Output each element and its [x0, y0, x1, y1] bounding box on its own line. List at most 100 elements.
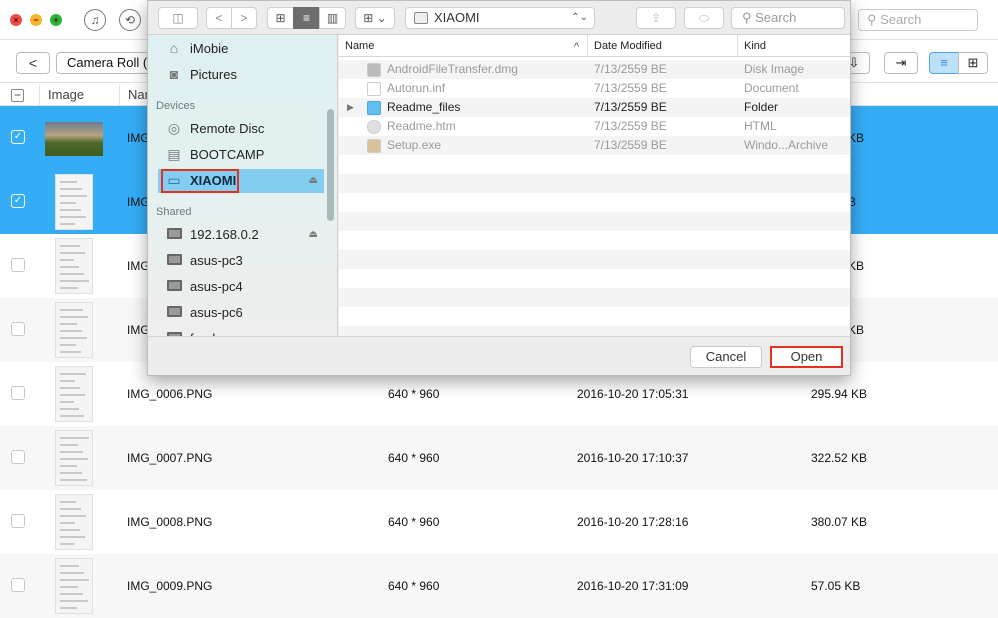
import-button[interactable]: ⇥ — [884, 52, 918, 74]
row-checkbox[interactable] — [11, 450, 25, 464]
sidebar-scrollbar[interactable] — [327, 109, 334, 221]
file-date: 7/13/2559 BE — [594, 138, 667, 152]
location-popup[interactable]: XIAOMI ⌃⌄ — [405, 7, 595, 29]
location-label: XIAOMI — [434, 10, 480, 25]
row-name: IMG_0008.PNG — [127, 515, 213, 529]
dialog-forward-button[interactable]: > — [231, 7, 257, 29]
column-image[interactable]: Image — [40, 84, 120, 106]
search-placeholder: Search — [880, 12, 922, 27]
app-search-input[interactable]: ⚲ Search — [858, 9, 978, 31]
photo-thumbnail — [55, 238, 93, 294]
column-name-header[interactable]: Name ^ — [339, 35, 588, 57]
photo-thumbnail — [45, 122, 103, 156]
row-size: 322.52 KB — [811, 451, 868, 465]
file-row[interactable]: AndroidFileTransfer.dmg 7/13/2559 BE Disk … — [339, 60, 850, 79]
sidebar-item-label: Remote Disc — [190, 121, 265, 136]
chevron-right-icon: > — [240, 11, 248, 25]
sidebar-item-bootcamp[interactable]: ▤ BOOTCAMP — [148, 143, 324, 167]
sidebar-item-asus-pc3[interactable]: asus-pc3 — [148, 249, 324, 273]
dialog-back-button[interactable]: < — [206, 7, 232, 29]
sidebar-item-xiaomi[interactable]: ▭ XIAOMI ⏏ — [158, 169, 324, 193]
thumbnail-line — [60, 280, 89, 282]
row-checkbox[interactable]: ✓ — [11, 194, 25, 208]
cancel-button[interactable]: Cancel — [690, 346, 762, 368]
sidebar-item-remote-disc[interactable]: ◎ Remote Disc — [148, 117, 324, 141]
sidebar-item-label: asus-pc4 — [190, 279, 243, 294]
eject-icon[interactable]: ⏏ — [309, 223, 318, 247]
refresh-button[interactable]: ⟲ — [119, 9, 141, 31]
music-note-icon: ♫ — [90, 13, 100, 27]
thumbnail-line — [60, 415, 84, 417]
breadcrumb-camera-roll[interactable]: Camera Roll (1 — [56, 52, 156, 74]
file-date: 7/13/2559 BE — [594, 100, 667, 114]
table-row[interactable]: IMG_0007.PNG 640 * 960 2016-10-20 17:10:37… — [0, 426, 998, 490]
column-view-button[interactable]: ▥ — [319, 7, 346, 29]
back-button[interactable]: < — [16, 52, 50, 74]
sort-ascending-icon: ^ — [573, 41, 579, 53]
table-row[interactable]: IMG_0008.PNG 640 * 960 2016-10-20 17:28:16… — [0, 490, 998, 554]
column-date-header[interactable]: Date Modified — [588, 35, 738, 57]
thumbnail-line — [60, 515, 86, 517]
sidebar-item-asus-pc4[interactable]: asus-pc4 — [148, 275, 324, 299]
row-name: IMG_0009.PNG — [127, 579, 213, 593]
close-window-button[interactable]: × — [10, 14, 22, 26]
row-checkbox[interactable]: ✓ — [11, 130, 25, 144]
row-resolution: 640 * 960 — [388, 451, 440, 465]
monitor-icon — [166, 227, 182, 242]
thumbnail-line — [60, 273, 84, 275]
sidebar-toggle-button[interactable]: ◫ — [158, 7, 198, 29]
minimize-window-button[interactable]: − — [30, 14, 42, 26]
grid-view-button[interactable]: ⊞ — [958, 52, 988, 74]
music-button[interactable]: ♫ — [84, 9, 106, 31]
row-name: IMG_0007.PNG — [127, 451, 213, 465]
open-button[interactable]: Open — [770, 346, 843, 368]
file-row[interactable]: Setup.exe 7/13/2559 BE Windo...Archive — [339, 136, 850, 155]
row-size: 57.05 KB — [811, 579, 861, 593]
thumbnail-line — [60, 316, 88, 318]
icon-view-button[interactable]: ⊞ — [267, 7, 294, 29]
sidebar-item-192-168-0-2[interactable]: 192.168.0.2 ⏏ — [148, 223, 324, 247]
sidebar-item-asus-pc6[interactable]: asus-pc6 — [148, 301, 324, 325]
sidebar-item-label: BOOTCAMP — [190, 147, 265, 162]
thumbnail-line — [60, 223, 75, 225]
thumbnail-line — [60, 600, 88, 602]
eject-icon[interactable]: ⏏ — [309, 169, 318, 193]
thumbnail-line — [60, 188, 82, 190]
row-checkbox[interactable] — [11, 258, 25, 272]
disclosure-triangle-icon[interactable]: ▶ — [347, 98, 354, 117]
thumbnail-line — [60, 508, 81, 510]
thumbnail-line — [60, 444, 78, 446]
row-checkbox[interactable] — [11, 386, 25, 400]
file-row[interactable]: Autorun.inf 7/13/2559 BE Document — [339, 79, 850, 98]
doc-file-icon — [367, 82, 381, 96]
file-row[interactable]: ▶ Readme_files 7/13/2559 BE Folder — [339, 98, 850, 117]
file-row[interactable]: Readme.htm 7/13/2559 BE HTML — [339, 117, 850, 136]
column-kind-header[interactable]: Kind — [738, 35, 850, 57]
sidebar-item-pictures[interactable]: ◙ Pictures — [148, 63, 324, 87]
empty-row — [339, 307, 850, 326]
folder-file-icon — [367, 101, 381, 115]
row-checkbox[interactable] — [11, 322, 25, 336]
row-checkbox[interactable] — [11, 578, 25, 592]
list-view-button-dialog[interactable]: ≡ — [293, 7, 320, 29]
maximize-window-button[interactable]: + — [50, 14, 62, 26]
select-all-checkbox[interactable]: − — [11, 89, 24, 102]
share-button[interactable]: ⇪ — [636, 7, 676, 29]
sidebar-item-frank[interactable]: frank — [148, 327, 324, 336]
empty-row — [339, 288, 850, 307]
dialog-search-input[interactable]: ⚲ Search — [731, 7, 845, 29]
row-checkbox[interactable] — [11, 514, 25, 528]
sidebar-item-label: iMobie — [190, 41, 229, 56]
tag-button[interactable]: ⬭ — [684, 7, 724, 29]
grid-icon: ⊞ — [967, 55, 979, 70]
maximize-icon: + — [53, 15, 59, 25]
thumbnail-line — [60, 479, 87, 481]
empty-row — [339, 212, 850, 231]
sidebar-item-imobie[interactable]: ⌂ iMobie — [148, 37, 324, 61]
thumbnail-line — [60, 451, 83, 453]
thumbnail-line — [60, 543, 74, 545]
table-row[interactable]: IMG_0009.PNG 640 * 960 2016-10-20 17:31:09… — [0, 554, 998, 618]
row-resolution: 640 * 960 — [388, 515, 440, 529]
list-view-button[interactable]: ≡ — [929, 52, 959, 74]
arrange-button[interactable]: ⊞ ⌄ — [355, 7, 395, 29]
